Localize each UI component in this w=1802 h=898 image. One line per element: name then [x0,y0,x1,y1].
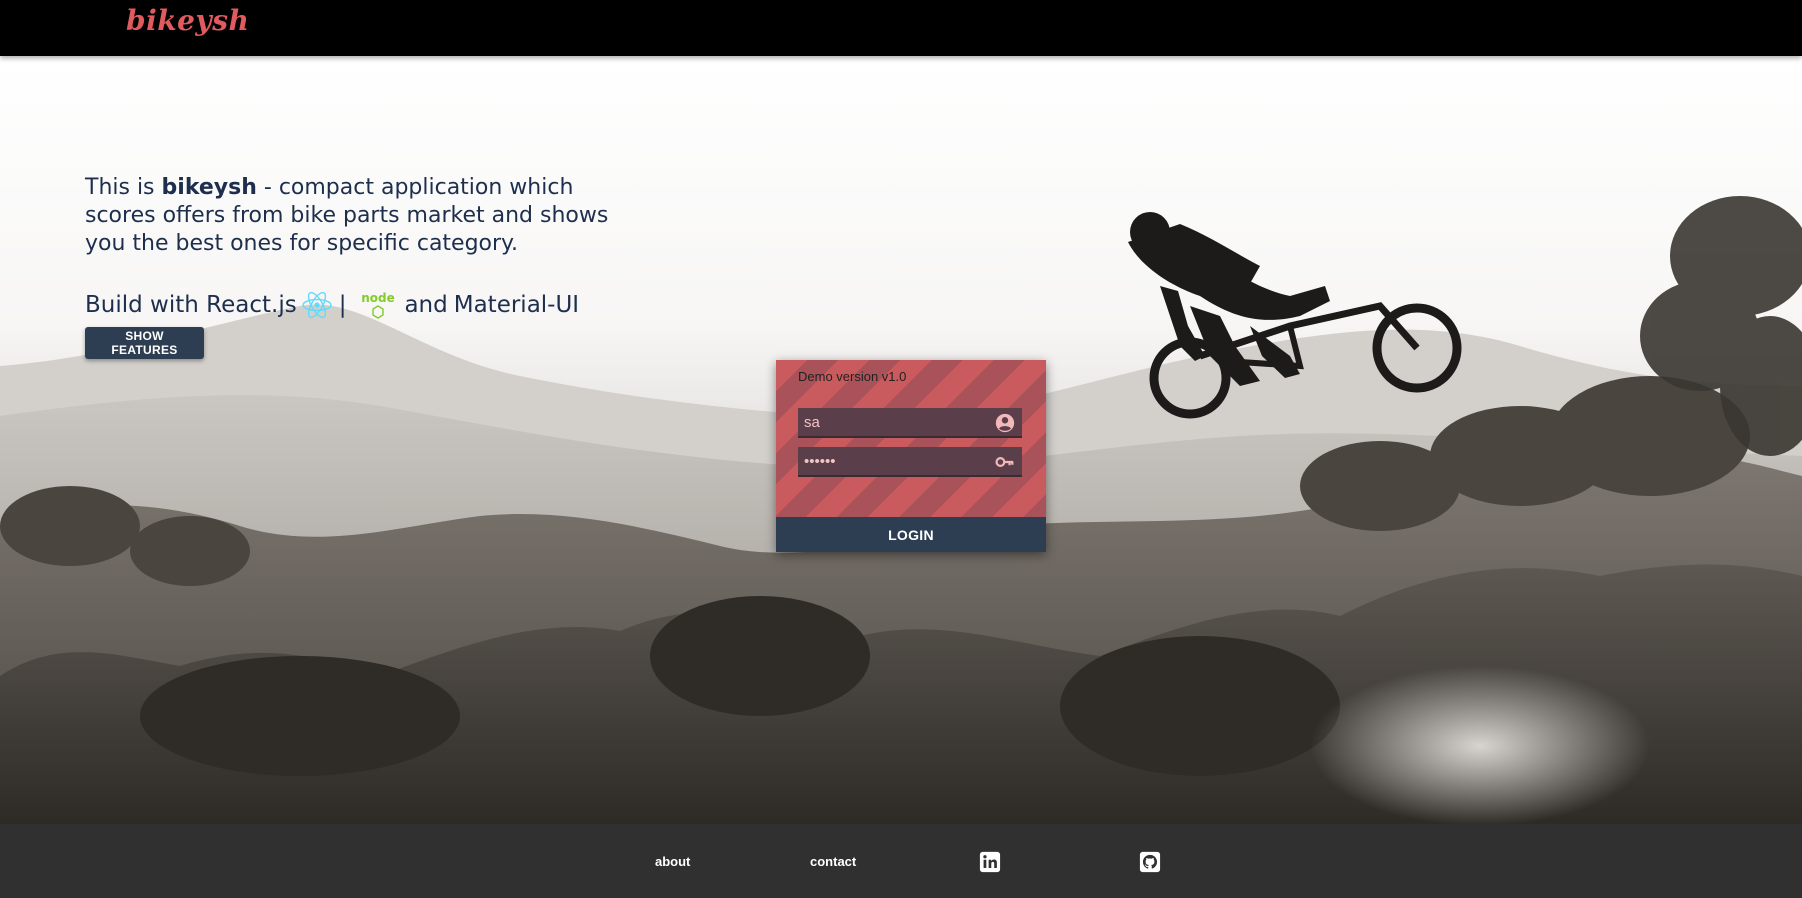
build-and: and [404,292,448,318]
login-button[interactable]: LOGIN [776,517,1046,552]
login-form: Demo version v1.0 [776,360,1046,517]
account-circle-icon [995,413,1015,433]
brand-logo[interactable]: bikeysh [126,4,249,37]
password-input[interactable] [804,447,984,475]
github-icon[interactable] [1139,851,1161,873]
username-input[interactable] [804,408,984,436]
username-field[interactable] [798,408,1022,438]
tech-stack-line: Build with React.js | node and Material-… [85,287,579,323]
intro-prefix: This is [85,175,162,200]
footer-link-contact[interactable]: contact [810,854,856,869]
show-features-button[interactable]: SHOW FEATURES [85,327,204,359]
build-mui: Material-UI [453,292,580,318]
login-card: Demo version v1.0 LOGIN [776,360,1046,552]
build-prefix: Build with React.js [85,292,297,318]
intro-brand: bikeysh [161,175,257,200]
key-icon [995,457,1014,467]
nodejs-icon: node [362,291,396,319]
separator: | [338,292,347,318]
linkedin-icon[interactable] [979,851,1001,873]
intro-text: This is bikeysh - compact application wh… [85,174,625,258]
node-logo-text: node [362,291,396,305]
react-icon [302,291,332,319]
demo-version-label: Demo version v1.0 [798,369,907,384]
top-navbar: bikeysh [0,0,1802,56]
password-field[interactable] [798,447,1022,477]
footer: about contact [0,824,1802,898]
footer-link-about[interactable]: about [655,854,690,869]
